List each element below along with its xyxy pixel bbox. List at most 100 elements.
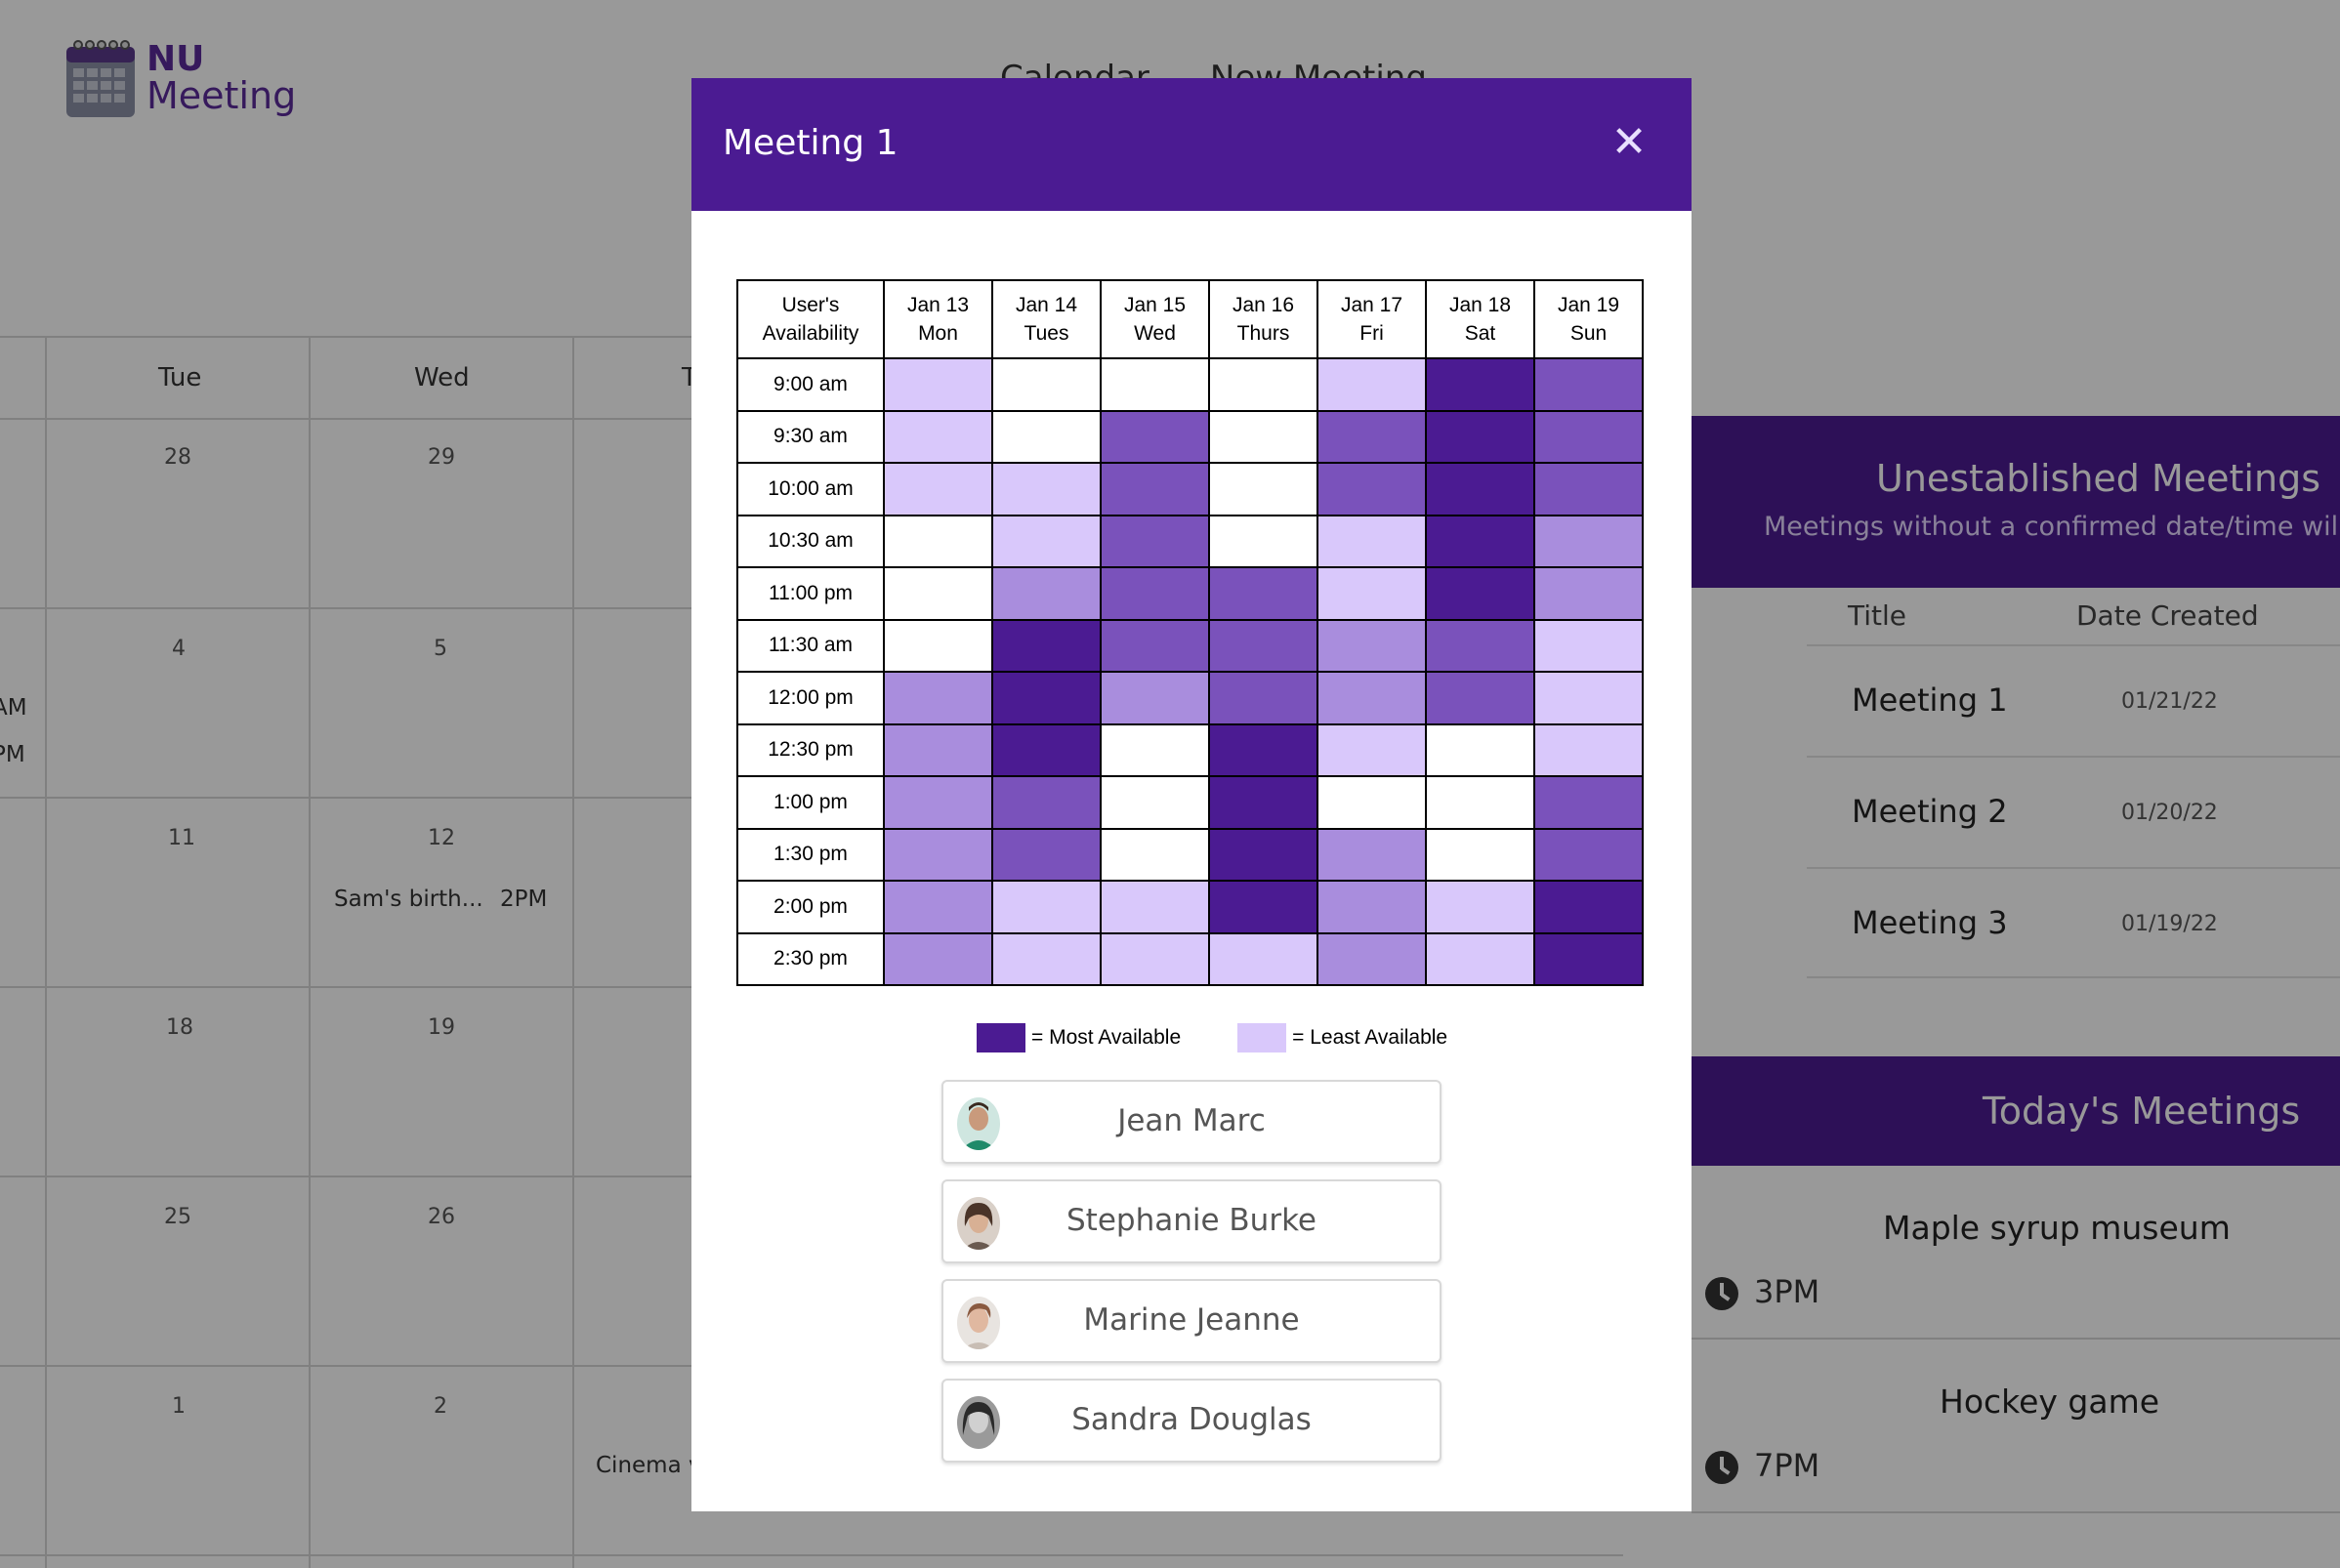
availability-cell[interactable] <box>1316 618 1427 673</box>
availability-cell[interactable] <box>1533 462 1644 516</box>
day-of-week: Mon <box>918 322 958 345</box>
day-of-week: Thurs <box>1236 322 1290 345</box>
availability-cell[interactable] <box>1533 827 1644 882</box>
availability-cell[interactable] <box>1208 357 1318 412</box>
availability-cell[interactable] <box>1316 357 1427 412</box>
availability-cell[interactable] <box>1316 931 1427 986</box>
availability-cell[interactable] <box>1100 566 1210 621</box>
availability-cell[interactable] <box>1533 880 1644 934</box>
availability-cell[interactable] <box>1533 566 1644 621</box>
availability-cell[interactable] <box>991 462 1102 516</box>
availability-cell[interactable] <box>883 880 993 934</box>
availability-cell[interactable] <box>1100 671 1210 725</box>
availability-cell[interactable] <box>1316 827 1427 882</box>
availability-cell[interactable] <box>1208 671 1318 725</box>
availability-cell[interactable] <box>1208 827 1318 882</box>
availability-cell[interactable] <box>991 618 1102 673</box>
availability-cell[interactable] <box>883 514 993 568</box>
availability-cell[interactable] <box>883 462 993 516</box>
availability-cell[interactable] <box>1100 775 1210 830</box>
availability-cell[interactable] <box>1425 827 1535 882</box>
availability-cell[interactable] <box>1316 462 1427 516</box>
availability-cell[interactable] <box>1425 880 1535 934</box>
availability-cell[interactable] <box>1533 722 1644 777</box>
availability-cell[interactable] <box>883 775 993 830</box>
availability-cell[interactable] <box>1208 931 1318 986</box>
availability-cell[interactable] <box>991 409 1102 464</box>
availability-cell[interactable] <box>1316 514 1427 568</box>
time-slot-label: 12:00 pm <box>736 671 885 725</box>
availability-cell[interactable] <box>1425 357 1535 412</box>
availability-cell[interactable] <box>1533 775 1644 830</box>
availability-cell[interactable] <box>1208 775 1318 830</box>
availability-cell[interactable] <box>883 931 993 986</box>
availability-cell[interactable] <box>883 618 993 673</box>
availability-cell[interactable] <box>1316 566 1427 621</box>
availability-cell[interactable] <box>1533 357 1644 412</box>
availability-cell[interactable] <box>1316 722 1427 777</box>
availability-cell[interactable] <box>1100 514 1210 568</box>
availability-cell[interactable] <box>883 357 993 412</box>
availability-cell[interactable] <box>1425 722 1535 777</box>
time-slot-row: 12:00 pm <box>736 671 1644 725</box>
availability-cell[interactable] <box>1425 462 1535 516</box>
availability-cell[interactable] <box>883 827 993 882</box>
availability-cell[interactable] <box>1533 931 1644 986</box>
availability-cell[interactable] <box>991 514 1102 568</box>
availability-cell[interactable] <box>1533 618 1644 673</box>
availability-cell[interactable] <box>1533 409 1644 464</box>
availability-cell[interactable] <box>1425 409 1535 464</box>
availability-cell[interactable] <box>883 566 993 621</box>
availability-cell[interactable] <box>991 775 1102 830</box>
availability-cell[interactable] <box>883 671 993 725</box>
availability-cell[interactable] <box>991 722 1102 777</box>
availability-cell[interactable] <box>991 880 1102 934</box>
availability-cell[interactable] <box>1208 566 1318 621</box>
availability-cell[interactable] <box>991 671 1102 725</box>
availability-cell[interactable] <box>1100 931 1210 986</box>
availability-cell[interactable] <box>1316 409 1427 464</box>
availability-cell[interactable] <box>1316 671 1427 725</box>
availability-cell[interactable] <box>1425 931 1535 986</box>
availability-cell[interactable] <box>1100 722 1210 777</box>
availability-cell[interactable] <box>1208 722 1318 777</box>
availability-cell[interactable] <box>883 409 993 464</box>
availability-cell[interactable] <box>1100 827 1210 882</box>
availability-cell[interactable] <box>1316 880 1427 934</box>
availability-cell[interactable] <box>1100 409 1210 464</box>
availability-cell[interactable] <box>1425 775 1535 830</box>
participant-card[interactable]: Marine Jeanne <box>941 1279 1442 1363</box>
corner-header-line: Availability <box>762 322 859 345</box>
availability-cell[interactable] <box>1100 618 1210 673</box>
participant-card[interactable]: Stephanie Burke <box>941 1179 1442 1263</box>
availability-cell[interactable] <box>883 722 993 777</box>
availability-cell[interactable] <box>1316 775 1427 830</box>
availability-cell[interactable] <box>1533 514 1644 568</box>
availability-cell[interactable] <box>991 931 1102 986</box>
participant-card[interactable]: Sandra Douglas <box>941 1379 1442 1463</box>
participant-card[interactable]: Jean Marc <box>941 1080 1442 1164</box>
availability-cell[interactable] <box>1425 671 1535 725</box>
availability-cell[interactable] <box>1208 514 1318 568</box>
availability-cell[interactable] <box>1208 462 1318 516</box>
availability-cell[interactable] <box>1425 618 1535 673</box>
close-icon[interactable]: ✕ <box>1609 117 1649 168</box>
availability-cell[interactable] <box>991 357 1102 412</box>
most-available-swatch <box>977 1023 1025 1052</box>
availability-cell[interactable] <box>1208 618 1318 673</box>
day-column-header: Jan 16 Thurs <box>1208 279 1318 359</box>
availability-cell[interactable] <box>1100 880 1210 934</box>
time-slot-label: 10:30 am <box>736 514 885 568</box>
availability-cell[interactable] <box>991 827 1102 882</box>
availability-cell[interactable] <box>1208 880 1318 934</box>
availability-cell[interactable] <box>1425 514 1535 568</box>
day-date: Jan 16 <box>1232 293 1295 316</box>
time-slot-row: 9:00 am <box>736 357 1644 412</box>
participant-name: Marine Jeanne <box>1083 1302 1300 1338</box>
availability-cell[interactable] <box>991 566 1102 621</box>
availability-cell[interactable] <box>1100 357 1210 412</box>
availability-cell[interactable] <box>1425 566 1535 621</box>
availability-cell[interactable] <box>1533 671 1644 725</box>
availability-cell[interactable] <box>1100 462 1210 516</box>
availability-cell[interactable] <box>1208 409 1318 464</box>
